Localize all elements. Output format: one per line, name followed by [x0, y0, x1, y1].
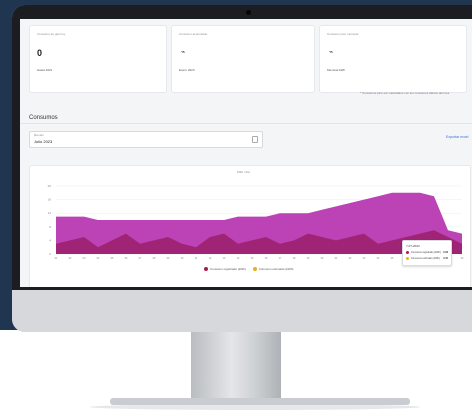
divider	[20, 123, 472, 124]
card-label: Consumo acumulado	[179, 32, 208, 36]
y-tick-label: 4	[49, 238, 51, 242]
legend-swatch-estimated	[252, 267, 257, 272]
x-tick-label: 06	[125, 257, 128, 260]
screen: Consumo de gas hoy 0 Hasta 2021 Consumo …	[20, 19, 472, 287]
tooltip-row-label: Consumo estimado (kWh)	[411, 257, 440, 261]
x-tick-label: 15	[251, 257, 254, 260]
legend-label-registered: Consumo registrado (kWh)	[210, 267, 246, 271]
stand-base	[110, 398, 410, 405]
monitor-chin	[12, 290, 472, 332]
chart-tooltip: 7-07-2023 Consumo registrado (kWh) 9.68 …	[402, 240, 452, 266]
export-excel-link[interactable]: Exportar excel	[446, 135, 468, 139]
card-label: Consumo pico mensual	[327, 32, 359, 36]
x-tick-label: 23	[363, 257, 366, 260]
consumption-chart: kWh / día 20 16 12 8 4 0 01 02 03 04 05 06 07 08 09 10 1…	[29, 165, 471, 287]
tooltip-title: 7-07-2023	[406, 244, 420, 248]
x-tick-label: 18	[293, 257, 296, 260]
x-tick-label: 05	[111, 257, 114, 260]
x-tick-label: 07	[139, 257, 142, 260]
card-label: Consumo de gas hoy	[37, 32, 66, 36]
x-tick-label: 20	[321, 257, 324, 260]
y-tick-label: 0	[49, 252, 51, 256]
summary-card-gas-today: Consumo de gas hoy 0 Hasta 2021	[29, 25, 167, 93]
legend-label-estimated: Consumo estimado (kWh)	[258, 267, 294, 271]
x-tick-label: 08	[153, 257, 156, 260]
x-tick-label: 22	[349, 257, 352, 260]
monitor: Consumo de gas hoy 0 Hasta 2021 Consumo …	[12, 5, 472, 332]
x-tick-label: 13	[223, 257, 226, 260]
tooltip-swatch	[406, 257, 409, 260]
tooltip-row-estimated: Consumo estimado (kWh) 3.35	[406, 257, 448, 260]
x-tick-label: 25	[391, 257, 394, 260]
legend-swatch-registered	[204, 267, 208, 272]
x-tick-label: 21	[335, 257, 338, 260]
section-title: Consumos	[29, 115, 58, 121]
x-tick-label: 02	[69, 257, 72, 260]
x-tick-label: 11	[195, 257, 198, 260]
x-tick-label: 03	[83, 257, 86, 260]
tooltip-row-registered: Consumo registrado (kWh) 9.68	[406, 251, 448, 254]
y-tick-label: 12	[48, 211, 52, 215]
tooltip-row-value: 3.35	[443, 257, 448, 260]
x-tick-label: 09	[167, 257, 170, 260]
camera-icon	[246, 10, 251, 15]
footnote: * Consumos pico son calculados con los c…	[360, 91, 450, 95]
x-tick-label: 30	[461, 257, 464, 260]
x-tick-label: 12	[209, 257, 212, 260]
x-tick-label: 19	[307, 257, 310, 260]
month-picker[interactable]: Mes año Julio 2023	[29, 131, 263, 148]
monitor-stand	[191, 332, 281, 400]
chart-legend: Consumo registrado (kWh) Consumo estimad…	[198, 267, 294, 272]
card-sub: Hasta 2021	[37, 68, 53, 72]
monitor-bezel: Consumo de gas hoy 0 Hasta 2021 Consumo …	[12, 5, 472, 290]
x-tick-label: 17	[279, 257, 282, 260]
tooltip-swatch	[406, 251, 409, 254]
y-tick-label: 8	[49, 225, 51, 229]
month-picker-label: Mes año	[34, 134, 44, 137]
y-tick-label: 20	[48, 184, 52, 188]
x-tick-label: 14	[237, 257, 240, 260]
summary-card-accumulated: Consumo acumulado ⌁ Enero 2023	[171, 25, 315, 93]
month-picker-value: Julio 2023	[34, 139, 53, 144]
x-tick-label: 24	[377, 257, 380, 260]
calendar-icon[interactable]	[252, 136, 258, 143]
signal-icon: ⌁	[181, 49, 186, 56]
x-tick-label: 04	[97, 257, 100, 260]
card-value: 0	[37, 48, 43, 58]
x-tick-label: 01	[55, 257, 58, 260]
card-sub: Mensual kWh	[327, 68, 346, 72]
summary-card-peak: Consumo pico mensual ⌁ Mensual kWh	[319, 25, 467, 93]
signal-icon: ⌁	[329, 49, 334, 56]
x-tick-label: 10	[181, 257, 184, 260]
tooltip-row-label: Consumo registrado (kWh)	[411, 251, 441, 255]
y-tick-label: 16	[48, 198, 52, 202]
tooltip-row-value: 9.68	[443, 251, 448, 254]
card-sub: Enero 2023	[179, 68, 195, 72]
x-tick-label: 16	[265, 257, 268, 260]
